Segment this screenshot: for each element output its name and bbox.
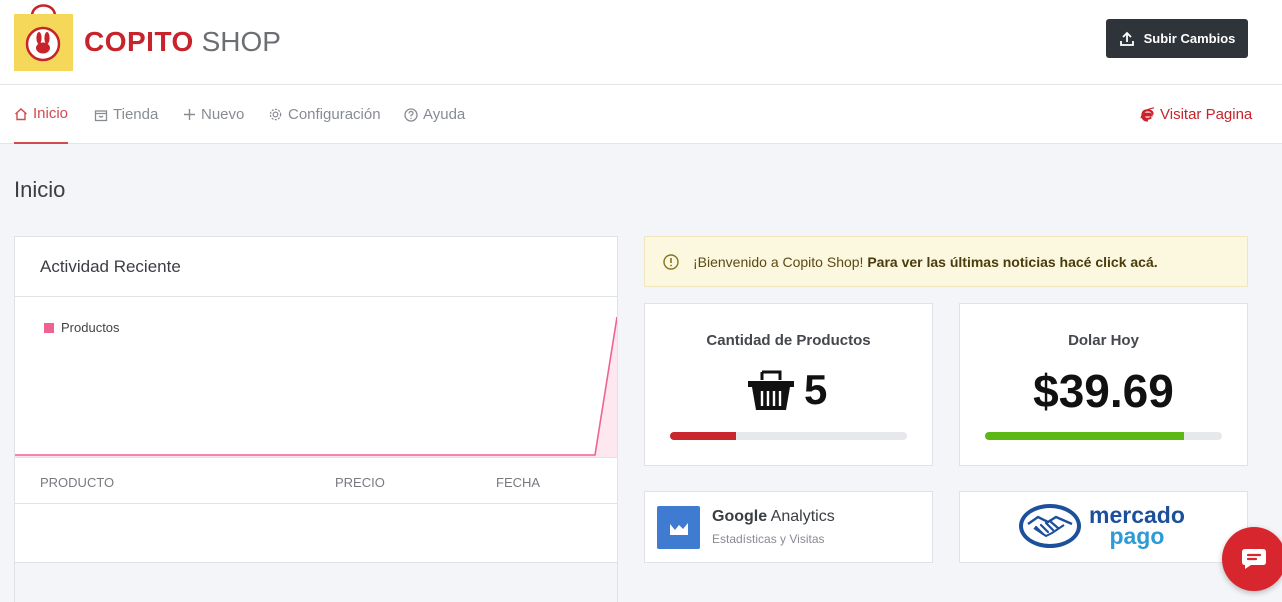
activity-chart: Productos xyxy=(15,297,617,457)
upload-changes-label: Subir Cambios xyxy=(1143,31,1236,46)
google-analytics-name-light: Analytics xyxy=(767,508,835,525)
alert-info-icon xyxy=(663,253,679,270)
chart-series-line xyxy=(15,316,617,456)
google-analytics-subtitle: Estadísticas y Visitas xyxy=(712,532,825,546)
store-icon xyxy=(94,109,108,121)
activity-table-footer xyxy=(15,563,617,602)
page-title: Inicio xyxy=(14,177,66,202)
visit-page-label: Visitar Pagina xyxy=(1160,106,1253,123)
plus-icon xyxy=(184,109,195,120)
alert-text: ¡Bienvenido a Copito Shop! xyxy=(693,253,864,270)
recent-activity-title: Actividad Reciente xyxy=(15,237,617,297)
mercadopago-handshake-icon xyxy=(1019,504,1081,548)
google-analytics-title: Google Analytics xyxy=(712,508,835,526)
chat-icon xyxy=(1242,549,1266,569)
activity-table-body xyxy=(15,504,617,563)
app-header: COPITO SHOP Subir Cambios xyxy=(0,0,1282,85)
welcome-alert[interactable]: ¡Bienvenido a Copito Shop! Para ver las … xyxy=(644,236,1248,287)
help-icon xyxy=(404,107,418,122)
shop-bag-logo[interactable] xyxy=(14,4,73,71)
google-analytics-card[interactable]: Google Analytics Estadísticas y Visitas xyxy=(644,491,933,563)
nav-item-tienda[interactable]: Tienda xyxy=(94,85,158,144)
nav-item-configuracion[interactable]: Configuración xyxy=(268,85,381,144)
chat-button[interactable] xyxy=(1222,527,1282,591)
dollar-progress-bar xyxy=(985,432,1222,440)
recent-activity-card: Actividad Reciente Productos PRODUCTO PR… xyxy=(14,236,618,602)
products-count-card: Cantidad de Productos 5 xyxy=(644,303,933,466)
mercadopago-line2: pago xyxy=(1109,523,1165,549)
brand-name-light: SHOP xyxy=(193,26,281,57)
dollar-today-card: Dolar Hoy $39.69 xyxy=(959,303,1248,466)
nav-item-nuevo[interactable]: Nuevo xyxy=(183,85,244,144)
google-analytics-name-bold: Google xyxy=(712,508,768,525)
column-precio[interactable]: PRECIO xyxy=(335,475,385,490)
nav-item-label: Ayuda xyxy=(423,106,466,123)
dollar-today-value: $39.69 xyxy=(1033,365,1174,417)
nav-item-label: Configuración xyxy=(288,106,381,123)
column-producto[interactable]: PRODUCTO xyxy=(40,475,114,490)
mercadopago-logo-text: mercado pago xyxy=(1089,504,1185,549)
chart-canvas xyxy=(15,316,617,457)
products-progress-bar xyxy=(670,432,907,440)
main-nav: Inicio Tienda Nuevo Configuración Ayuda … xyxy=(0,85,1282,144)
activity-table-header: PRODUCTO PRECIO FECHA xyxy=(15,457,617,504)
brand-name-bold: COPITO xyxy=(84,26,194,57)
dollar-today-title: Dolar Hoy xyxy=(1068,332,1139,349)
basket-icon xyxy=(748,370,794,410)
nav-item-label: Tienda xyxy=(113,106,159,123)
alert-message: ¡Bienvenido a Copito Shop! Para ver las … xyxy=(693,254,1158,270)
column-fecha[interactable]: FECHA xyxy=(496,475,540,490)
analytics-chart-icon xyxy=(657,506,700,549)
alert-strong-text: Para ver las últimas noticias hacé click… xyxy=(867,253,1158,270)
brand-name[interactable]: COPITO SHOP xyxy=(84,24,281,60)
dollar-progress-fill xyxy=(985,432,1185,440)
nav-item-ayuda[interactable]: Ayuda xyxy=(404,85,465,144)
products-count-title: Cantidad de Productos xyxy=(706,332,871,349)
upload-changes-button[interactable]: Subir Cambios xyxy=(1106,19,1248,58)
nav-item-label: Inicio xyxy=(33,105,69,122)
upload-icon xyxy=(1119,31,1134,46)
gear-icon xyxy=(269,108,282,121)
nav-item-label: Nuevo xyxy=(201,106,245,123)
products-count-value: 5 xyxy=(804,366,828,413)
chart-series-area xyxy=(15,317,617,457)
nav-item-inicio[interactable]: Inicio xyxy=(14,85,69,144)
products-progress-fill xyxy=(670,432,737,440)
mercadopago-card[interactable]: mercado pago xyxy=(959,491,1248,563)
visit-page-link[interactable]: Visitar Pagina xyxy=(1140,85,1252,144)
home-icon xyxy=(15,107,27,120)
internet-explorer-icon xyxy=(1140,107,1155,122)
